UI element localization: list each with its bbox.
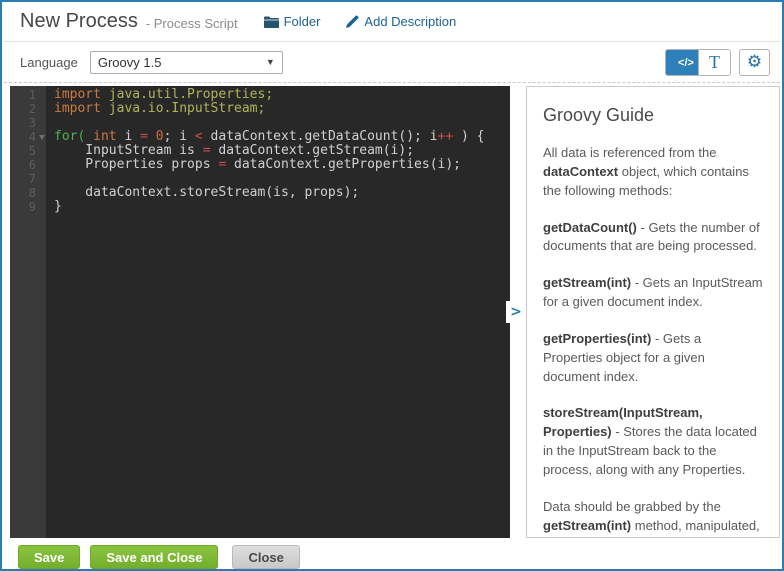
guide-paragraph: getProperties(int) - Gets a Properties o… [543,330,705,384]
page-title: New Process [20,10,138,32]
line-number: 5 [28,144,36,158]
line-number: 8 [28,186,36,200]
folder-link[interactable]: Folder [263,14,321,29]
code-line: } [54,199,62,214]
language-select[interactable]: Groovy 1.5 ▼ [89,50,283,74]
page-subtitle: - Process Script [145,15,238,31]
line-number: 6 [28,158,36,172]
code-line: dataContext.storeStream(is, props); [54,185,360,200]
add-description-link-label: Add Description [364,14,457,29]
line-number: 1 [28,88,36,102]
guide-paragraphs: All data is referenced from the dataCont… [543,144,763,537]
line-number: 7 [28,172,36,186]
editor-gutter: 123456789 [10,86,46,538]
line-number: 4 [10,130,46,144]
guide-title: Groovy Guide [543,105,655,125]
fold-marker-icon[interactable] [39,135,45,140]
folder-icon [263,16,279,28]
guide-paragraph: getStream(int) - Gets an InputStream for… [543,275,763,310]
language-label: Language [20,54,78,70]
settings-gear-button[interactable]: ⚙ [739,48,770,76]
line-number: 9 [28,200,36,214]
code-line: import java.util.Properties; [54,87,274,102]
header: New Process - Process Script Folder Add … [4,2,780,42]
guide-paragraph: All data is referenced from the dataCont… [543,145,749,198]
collapse-guide-chevron[interactable]: > [506,301,526,323]
code-editor: 123456789 import java.util.Properties; im… [10,86,510,538]
guide-panel: Groovy Guide All data is referenced from… [526,86,780,538]
gear-icon: ⚙ [746,52,763,71]
text-view-button[interactable]: T [698,49,730,75]
save-and-close-button[interactable]: Save and Close [90,545,219,569]
code-line: import java.io.InputStream; [54,101,266,116]
code-view-button[interactable]: </> [666,49,698,75]
pencil-icon [346,15,359,28]
guide-paragraph: getDataCount() - Gets the number of docu… [543,219,760,254]
chevron-down-icon: ▼ [265,57,275,67]
code-line: Properties props = dataContext.getProper… [54,157,462,172]
text-view-icon: T [709,51,720,72]
footer: Save Save and Close Close [18,545,300,569]
line-number: 2 [28,102,36,116]
view-toggle-group: </> T [665,48,731,76]
close-button[interactable]: Close [232,545,300,569]
toolbar: Language Groovy 1.5 ▼ </> T ⚙ [4,42,780,83]
save-button[interactable]: Save [18,545,81,569]
code-view-icon: </> [678,57,694,69]
add-description-link[interactable]: Add Description [346,14,456,29]
process-script-window: New Process - Process Script Folder Add … [0,0,784,571]
folder-link-label: Folder [283,14,321,29]
guide-paragraph: Data should be grabbed by the getStream(… [543,498,760,537]
guide-paragraph: storeStream(InputStream, Properties) - S… [543,405,757,477]
line-number: 3 [28,116,36,130]
language-select-value: Groovy 1.5 [97,54,162,70]
editor-code[interactable]: import java.util.Properties; import java.… [46,86,510,538]
code-line: for( int i = 0; i < dataContext.getDataC… [54,129,485,144]
code-line: InputStream is = dataContext.getStream(i… [54,143,415,158]
